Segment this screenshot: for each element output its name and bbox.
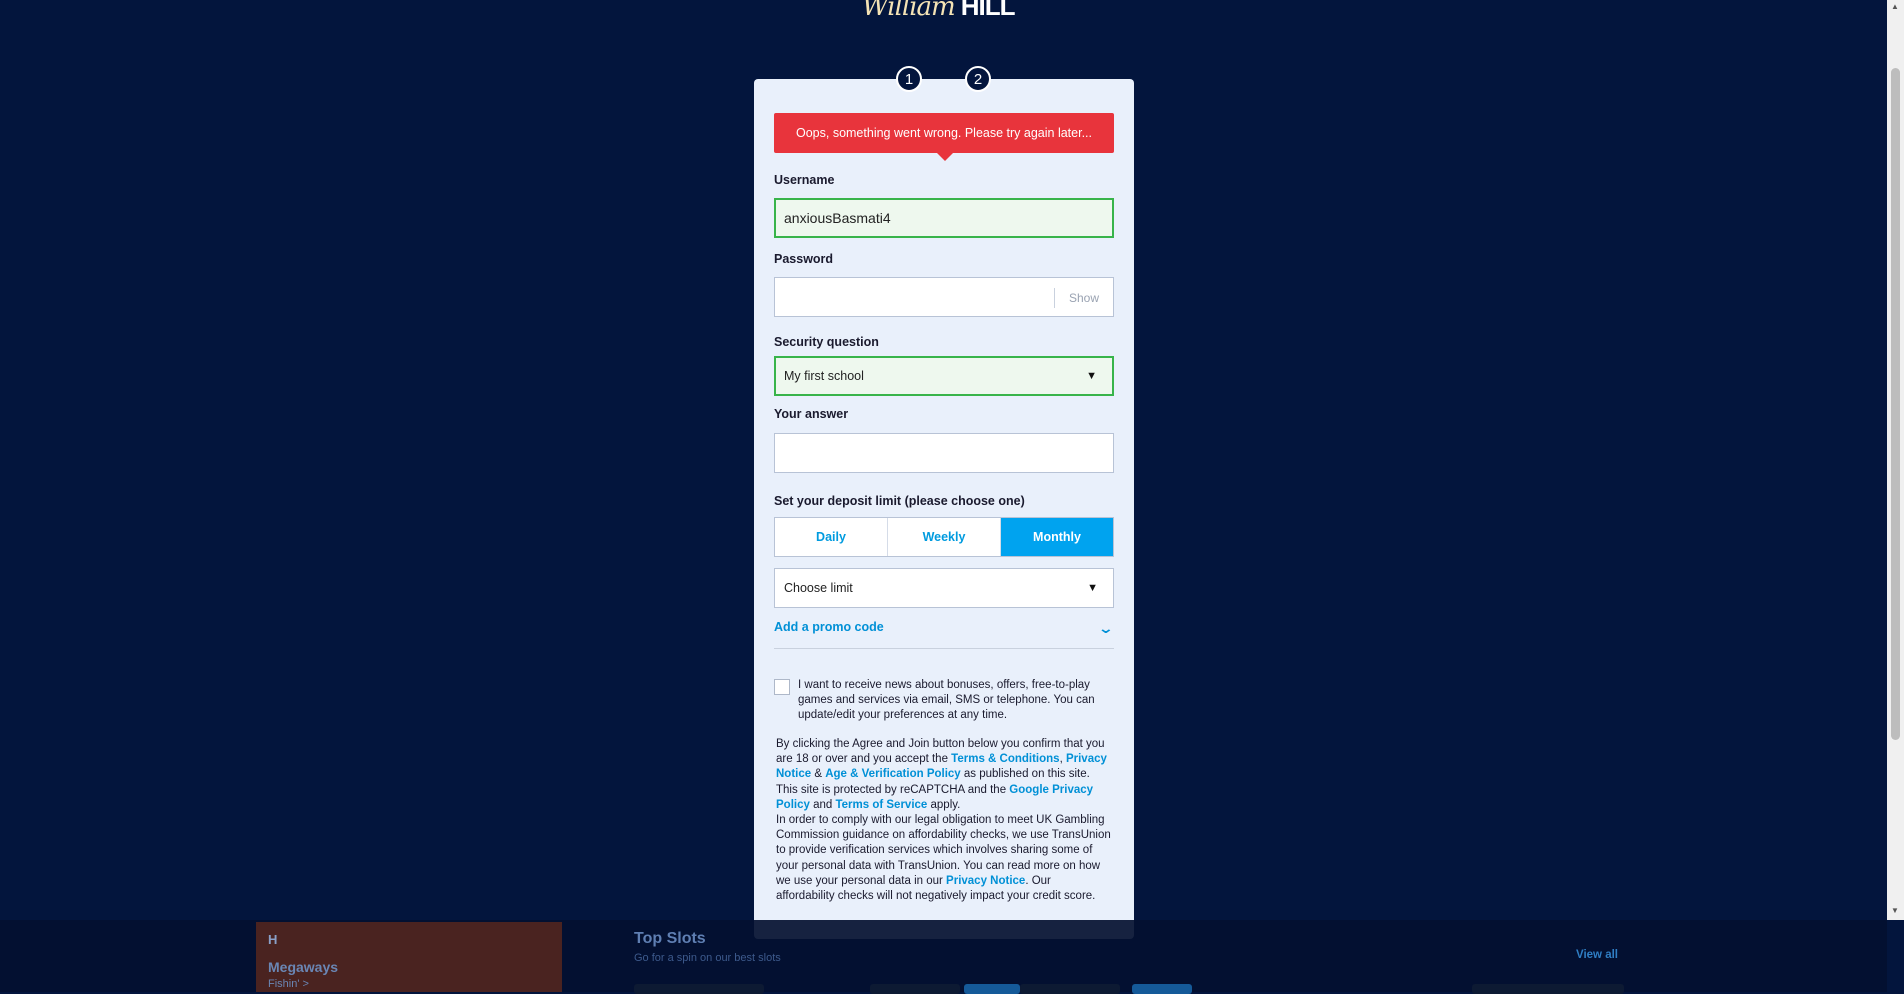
terms-of-service-link[interactable]: Terms of Service: [835, 799, 927, 811]
tile-subtitle: Fishin' >: [268, 978, 309, 990]
tile-title: Megaways: [268, 959, 339, 975]
slot-thumbnail[interactable]: [870, 984, 960, 994]
username-label: Username: [774, 173, 835, 187]
slot-thumbnail[interactable]: [1020, 984, 1120, 994]
choose-limit-value: Choose limit: [784, 581, 853, 595]
scrollbar-thumb[interactable]: [1891, 68, 1900, 740]
deposit-monthly-option[interactable]: Monthly: [1001, 518, 1113, 556]
legal-text: By clicking the Agree and Join button be…: [776, 737, 1112, 904]
legal-text-part: and: [809, 798, 836, 811]
marketing-consent-text: I want to receive news about bonuses, of…: [798, 679, 1095, 721]
view-all-link[interactable]: View all: [1576, 949, 1618, 961]
chevron-down-icon: ⌄: [1097, 620, 1115, 636]
legal-text-part: &: [811, 768, 826, 781]
dropdown-caret-icon: ▼: [1086, 370, 1097, 382]
slot-thumbnail[interactable]: [1132, 984, 1192, 994]
top-slots-subtitle: Go for a spin on our best slots: [634, 952, 781, 964]
scroll-down-arrow-icon[interactable]: ▼: [1891, 906, 1899, 915]
promo-code-label: Add a promo code: [774, 620, 884, 634]
promo-code-toggle[interactable]: Add a promo code ⌄: [774, 620, 1114, 649]
slot-thumbnail[interactable]: [634, 984, 764, 994]
security-question-select[interactable]: My first school ▼: [774, 356, 1114, 396]
slot-thumbnail[interactable]: [1472, 984, 1624, 994]
terms-conditions-link[interactable]: Terms & Conditions: [951, 753, 1059, 765]
registration-form-card: Oops, something went wrong. Please try a…: [754, 79, 1134, 939]
error-message: Oops, something went wrong. Please try a…: [796, 126, 1092, 140]
deposit-period-toggle: Daily Weekly Monthly: [774, 517, 1114, 557]
show-password-button[interactable]: Show: [1054, 288, 1113, 308]
dropdown-caret-icon: ▼: [1087, 582, 1098, 594]
password-input[interactable]: Show: [774, 277, 1114, 317]
deposit-weekly-option[interactable]: Weekly: [888, 518, 1001, 556]
megaways-tile[interactable]: H Megaways Fishin' >: [256, 922, 562, 992]
william-hill-logo[interactable]: William HILL: [862, 0, 1022, 22]
bottom-promo-strip: H Megaways Fishin' > Top Slots Go for a …: [0, 920, 1887, 994]
logo-caps-text: HILL: [960, 0, 1016, 21]
step-2-indicator: 2: [965, 66, 991, 92]
username-value: anxiousBasmati4: [784, 210, 891, 226]
answer-label: Your answer: [774, 407, 849, 421]
legal-text-part: In order to comply with our legal obliga…: [776, 814, 1111, 887]
security-question-label: Security question: [774, 335, 879, 349]
logo-script-text: William: [862, 0, 956, 22]
top-slots-title: Top Slots: [634, 930, 706, 947]
tile-brand-icon: H: [268, 932, 278, 947]
deposit-daily-option[interactable]: Daily: [775, 518, 888, 556]
answer-input[interactable]: [774, 433, 1114, 473]
password-label: Password: [774, 252, 834, 266]
slot-thumbnail[interactable]: [964, 984, 1020, 994]
age-verification-policy-link[interactable]: Age & Verification Policy: [825, 768, 960, 780]
marketing-consent-checkbox[interactable]: [774, 679, 790, 695]
choose-limit-select[interactable]: Choose limit ▼: [774, 568, 1114, 608]
privacy-notice-link-2[interactable]: Privacy Notice: [946, 875, 1025, 887]
step-1-indicator: 1: [896, 66, 922, 92]
deposit-limit-label: Set your deposit limit (please choose on…: [774, 494, 1025, 508]
error-banner: Oops, something went wrong. Please try a…: [774, 113, 1114, 161]
username-input[interactable]: anxiousBasmati4: [774, 198, 1114, 238]
page-scrollbar[interactable]: ▲ ▼: [1887, 0, 1904, 920]
marketing-consent: I want to receive news about bonuses, of…: [774, 678, 1114, 723]
scroll-up-arrow-icon[interactable]: ▲: [1891, 2, 1899, 11]
security-question-value: My first school: [784, 369, 864, 383]
legal-text-part: apply.: [927, 798, 961, 811]
